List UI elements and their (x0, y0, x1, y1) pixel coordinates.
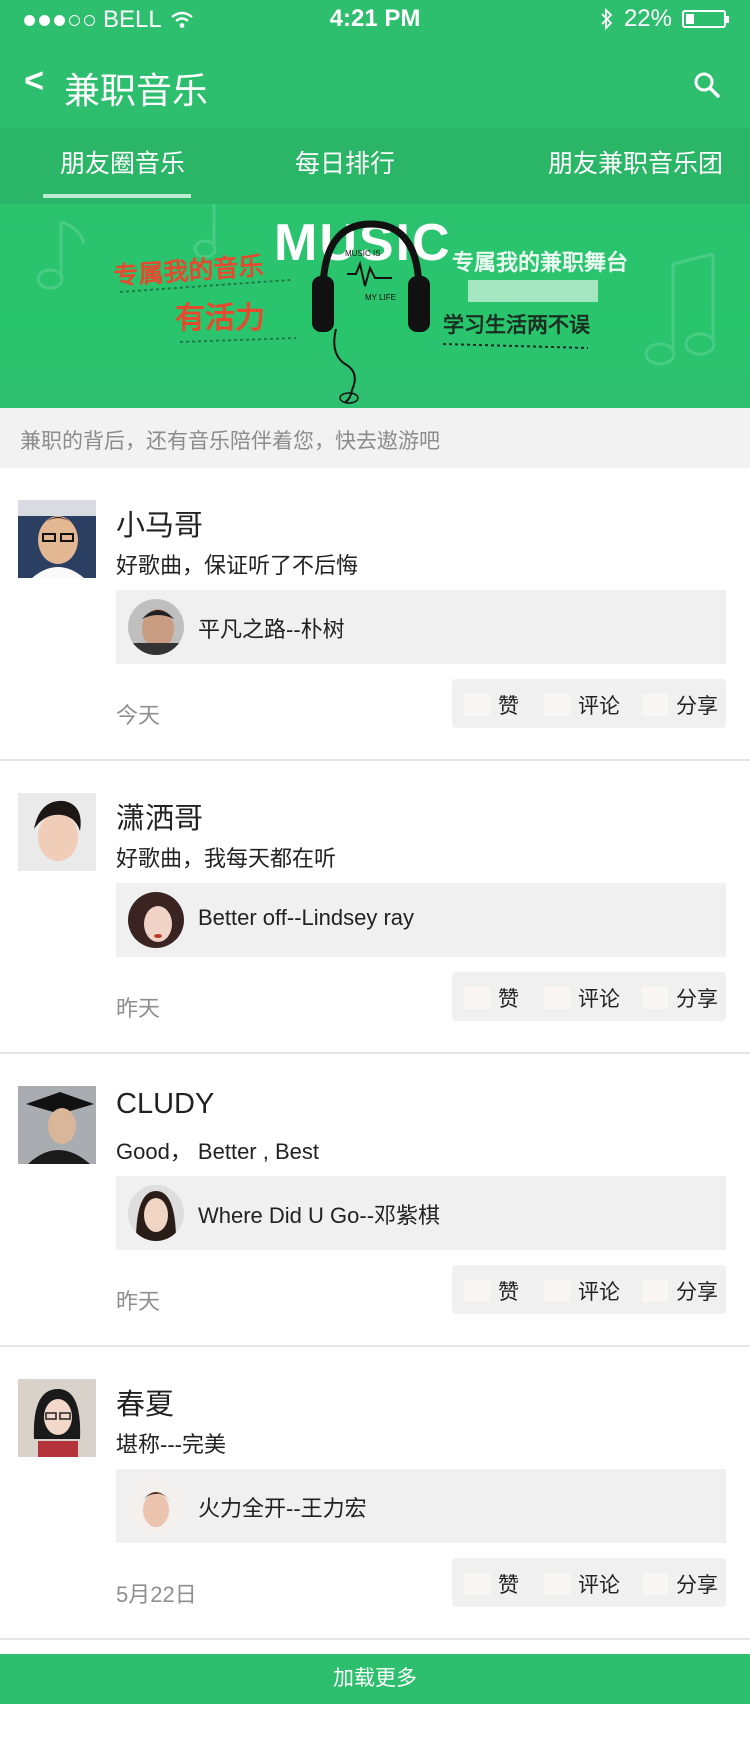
comment-button[interactable]: 评论 (544, 983, 620, 1013)
share-icon (642, 1280, 668, 1302)
comment-button[interactable]: 评论 (544, 690, 620, 720)
music-banner[interactable]: MUSIC MUSIC IS MY LIFE 专属我的音乐 有活力 专属我的兼职… (0, 204, 750, 408)
load-more-button[interactable]: 加载更多 (0, 1654, 750, 1704)
bluetooth-icon (601, 7, 613, 31)
tab-bar: 朋友圈音乐 每日排行 朋友兼职音乐团 (0, 128, 750, 204)
song-cover (128, 1185, 184, 1241)
tab-friends-music[interactable]: 朋友圈音乐 (60, 144, 185, 180)
post-comment: 堪称---完美 (116, 1432, 226, 1457)
avatar[interactable] (18, 793, 96, 871)
page-title: 兼职音乐 (64, 70, 209, 111)
user-name[interactable]: 春夏 (116, 1381, 174, 1423)
tab-friends-band[interactable]: 朋友兼职音乐团 (548, 144, 723, 180)
banner-art: MUSIC MUSIC IS MY LIFE 专属我的音乐 有活力 专属我的兼职… (36, 204, 716, 404)
song-item[interactable]: 火力全开--王力宏 (116, 1469, 726, 1543)
avatar[interactable] (18, 500, 96, 578)
status-right: 22% (600, 5, 729, 33)
comment-icon (544, 1280, 570, 1302)
post-actions: 赞 评论 分享 (452, 972, 726, 1021)
post-date: 昨天 (116, 996, 161, 1021)
like-button[interactable]: 赞 (464, 983, 519, 1013)
like-icon (464, 1573, 490, 1595)
post-comment: Good， Better , Best (116, 1139, 319, 1164)
song-title: 平凡之路--朴树 (198, 617, 345, 642)
comment-icon (544, 987, 570, 1009)
post-actions: 赞 评论 分享 (452, 1265, 726, 1314)
post-date: 昨天 (116, 1289, 161, 1314)
post-card: 小马哥 好歌曲，保证听了不后悔 平凡之路--朴树 今天 赞 评论 分享 (0, 468, 750, 761)
tab-daily-ranking[interactable]: 每日排行 (295, 144, 395, 180)
user-name[interactable]: 潇洒哥 (116, 795, 203, 837)
banner-left-line2: 有活力 (175, 301, 265, 336)
headphones-icon: MUSIC IS MY LIFE (312, 220, 430, 404)
post-comment: 好歌曲，我每天都在听 (116, 846, 337, 871)
battery-percent: 22% (623, 5, 672, 32)
song-cover (128, 599, 184, 655)
status-bar: BELL 4:21 PM 22% (0, 0, 750, 40)
battery-icon (682, 10, 729, 28)
song-item[interactable]: Better off--Lindsey ray (116, 883, 726, 957)
post-card: 潇洒哥 好歌曲，我每天都在听 Better off--Lindsey ray 昨… (0, 761, 750, 1054)
song-title: Better off--Lindsey ray (198, 905, 415, 930)
nav-bar: < 兼职音乐 (0, 40, 750, 128)
svg-text:MUSIC IS: MUSIC IS (345, 249, 381, 258)
song-item[interactable]: 平凡之路--朴树 (116, 590, 726, 664)
banner-right-line1: 专属我的兼职舞台 (452, 250, 628, 276)
back-button[interactable]: < (20, 62, 48, 101)
banner-right-line2: 学习生活两不误 (443, 313, 591, 337)
share-icon (642, 1573, 668, 1595)
post-actions: 赞 评论 分享 (452, 679, 726, 728)
avatar[interactable] (18, 1379, 96, 1457)
song-title: Where Did U Go--邓紫棋 (198, 1203, 441, 1228)
post-comment: 好歌曲，保证听了不后悔 (116, 553, 359, 578)
song-title: 火力全开--王力宏 (198, 1496, 367, 1521)
user-name[interactable]: CLUDY (116, 1088, 214, 1121)
banner-left-line1: 专属我的音乐 (113, 251, 265, 290)
post-date: 今天 (116, 703, 161, 728)
notice-text: 兼职的背后，还有音乐陪伴着您，快去遨游吧 (20, 430, 440, 453)
notice-bar: 兼职的背后，还有音乐陪伴着您，快去遨游吧 (0, 408, 750, 468)
active-tab-indicator (43, 194, 191, 198)
like-button[interactable]: 赞 (464, 1276, 519, 1306)
like-button[interactable]: 赞 (464, 1569, 519, 1599)
search-icon[interactable] (692, 70, 722, 100)
svg-text:MY LIFE: MY LIFE (365, 293, 396, 302)
comment-button[interactable]: 评论 (544, 1569, 620, 1599)
post-date: 5月22日 (116, 1582, 197, 1607)
like-icon (464, 987, 490, 1009)
comment-icon (544, 694, 570, 716)
share-button[interactable]: 分享 (642, 690, 718, 720)
share-button[interactable]: 分享 (642, 1569, 718, 1599)
share-button[interactable]: 分享 (642, 1276, 718, 1306)
like-icon (464, 1280, 490, 1302)
user-name[interactable]: 小马哥 (116, 502, 203, 544)
share-icon (642, 694, 668, 716)
post-card: 春夏 堪称---完美 火力全开--王力宏 5月22日 赞 评论 分享 (0, 1347, 750, 1640)
share-icon (642, 987, 668, 1009)
comment-button[interactable]: 评论 (544, 1276, 620, 1306)
comment-icon (544, 1573, 570, 1595)
like-button[interactable]: 赞 (464, 690, 519, 720)
share-button[interactable]: 分享 (642, 983, 718, 1013)
post-card: CLUDY Good， Better , Best Where Did U Go… (0, 1054, 750, 1347)
song-cover (128, 1478, 184, 1534)
avatar[interactable] (18, 1086, 96, 1164)
song-cover (128, 892, 184, 948)
post-actions: 赞 评论 分享 (452, 1558, 726, 1607)
song-item[interactable]: Where Did U Go--邓紫棋 (116, 1176, 726, 1250)
like-icon (464, 694, 490, 716)
